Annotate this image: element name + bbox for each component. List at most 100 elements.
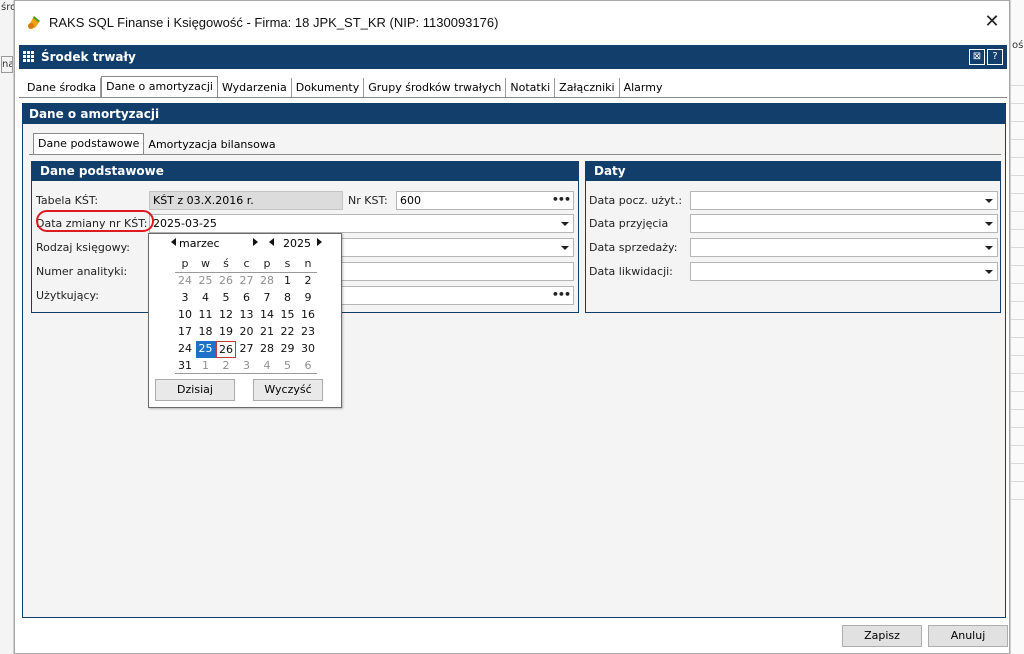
- calendar-day[interactable]: 20: [237, 324, 257, 341]
- kst-lookup-button[interactable]: •••: [552, 193, 571, 206]
- sub-tabs: Dane podstawowe Amortyzacja bilansowa: [33, 133, 280, 155]
- chevron-down-icon[interactable]: [561, 246, 569, 250]
- sale-date-label: Data sprzedaży:: [589, 241, 678, 254]
- form-title: Środek trwały: [41, 50, 136, 64]
- calendar-day[interactable]: 3: [175, 290, 195, 307]
- calendar-day[interactable]: 4: [196, 290, 216, 307]
- chevron-down-icon[interactable]: [985, 246, 993, 250]
- calendar-day[interactable]: 5: [216, 290, 236, 307]
- tab-asset-groups[interactable]: Grupy środków trwałych: [364, 78, 507, 98]
- calendar-grid: p w ś c p s n 24 25 26 27 28 1 2 3 4 5 6 7 8 9 10 11 12 13 14 15 16…: [175, 256, 319, 375]
- chevron-down-icon[interactable]: [985, 270, 993, 274]
- kst-change-date-label: Data zmiany nr KŚT:: [36, 217, 148, 230]
- calendar-day[interactable]: 24: [175, 273, 195, 290]
- grid-icon: [23, 51, 35, 63]
- calendar-day[interactable]: 16: [298, 307, 318, 324]
- next-year-icon[interactable]: [317, 238, 322, 246]
- tab-attachments[interactable]: Załączniki: [555, 78, 620, 98]
- calendar-day[interactable]: 27: [237, 341, 257, 358]
- close-window-button[interactable]: ✕: [977, 9, 1007, 35]
- calendar-day[interactable]: 1: [278, 273, 298, 290]
- calendar-day[interactable]: 27: [237, 273, 257, 290]
- prev-year-icon[interactable]: [269, 238, 274, 246]
- save-button[interactable]: Zapisz: [842, 625, 922, 647]
- help-button[interactable]: ?: [987, 49, 1003, 65]
- tab-documents[interactable]: Dokumenty: [292, 78, 365, 98]
- calendar-day[interactable]: 15: [278, 307, 298, 324]
- calendar-day[interactable]: 6: [237, 290, 257, 307]
- clear-date-button[interactable]: Wyczyść: [253, 379, 323, 401]
- calendar-day[interactable]: 10: [175, 307, 195, 324]
- calendar-day[interactable]: 14: [257, 307, 277, 324]
- user-lookup-button[interactable]: •••: [552, 288, 571, 301]
- calendar-day[interactable]: 19: [216, 324, 236, 341]
- tabs-divider: [19, 97, 1007, 98]
- basic-data-title: Dane podstawowe: [32, 162, 578, 181]
- subtabs-divider: [29, 154, 1001, 155]
- start-use-date-field[interactable]: [690, 191, 998, 210]
- prev-month-icon[interactable]: [171, 238, 176, 246]
- calendar-day[interactable]: 11: [196, 307, 216, 324]
- dates-title: Daty: [586, 162, 1000, 181]
- calendar-day[interactable]: 22: [278, 324, 298, 341]
- today-button[interactable]: Dzisiaj: [155, 379, 235, 401]
- background-left-pane: śro nal: [0, 0, 16, 654]
- chevron-down-icon[interactable]: [985, 222, 993, 226]
- toggle-view-button[interactable]: ⊠: [969, 49, 985, 65]
- sale-date-field[interactable]: [690, 238, 998, 257]
- cancel-button[interactable]: Anuluj: [928, 625, 1008, 647]
- calendar-day-today[interactable]: 26: [216, 341, 236, 358]
- calendar-week-row: 24 25 26 27 28 29 30: [175, 341, 319, 358]
- kst-change-date-field[interactable]: 2025-03-25: [149, 214, 574, 233]
- calendar-week-row: 17 18 19 20 21 22 23: [175, 324, 319, 341]
- tab-events[interactable]: Wydarzenia: [218, 78, 292, 98]
- calendar-day[interactable]: 30: [298, 341, 318, 358]
- next-month-icon[interactable]: [253, 238, 258, 246]
- accounting-type-label: Rodzaj księgowy:: [36, 241, 130, 254]
- calendar-day[interactable]: 17: [175, 324, 195, 341]
- weekday-label: s: [284, 257, 291, 270]
- calendar-day[interactable]: 21: [257, 324, 277, 341]
- calendar-month[interactable]: marzec: [179, 237, 220, 250]
- tab-alarms[interactable]: Alarmy: [620, 78, 667, 98]
- subtab-balance-depreciation[interactable]: Amortyzacja bilansowa: [144, 135, 279, 155]
- calendar-day[interactable]: 2: [298, 273, 318, 290]
- background-left-field: nal: [1, 56, 13, 73]
- calendar-day[interactable]: 28: [257, 341, 277, 358]
- date-picker-popup: marzec 2025 p w ś c p s n 24 25 26 27 28 1 2 3 4 5 6 7 8 9 10…: [148, 233, 342, 408]
- calendar-year[interactable]: 2025: [283, 237, 311, 250]
- subtab-basic-data[interactable]: Dane podstawowe: [33, 133, 145, 155]
- user-label: Użytkujący:: [36, 289, 99, 302]
- chevron-down-icon[interactable]: [985, 199, 993, 203]
- chevron-down-icon[interactable]: [561, 222, 569, 226]
- calendar-week-row: 24 25 26 27 28 1 2: [175, 273, 319, 290]
- calendar-week-row: 3456789: [175, 290, 319, 307]
- weekday-label: ś: [223, 257, 229, 270]
- calendar-day[interactable]: 12: [216, 307, 236, 324]
- kst-number-field[interactable]: 600 •••: [396, 191, 574, 210]
- liquidation-date-field[interactable]: [690, 262, 998, 281]
- calendar-day[interactable]: 24: [175, 341, 195, 358]
- tab-notes[interactable]: Notatki: [506, 78, 556, 98]
- calendar-day[interactable]: 29: [278, 341, 298, 358]
- calendar-day[interactable]: 7: [257, 290, 277, 307]
- tab-asset-data[interactable]: Dane środka: [23, 78, 102, 98]
- weekday-label: p: [181, 257, 189, 270]
- calendar-day[interactable]: 13: [237, 307, 257, 324]
- kst-table-field: KŚT z 03.X.2016 r.: [149, 191, 343, 210]
- calendar-day[interactable]: 28: [257, 273, 277, 290]
- calendar-day[interactable]: 25: [196, 273, 216, 290]
- background-right-pane: ośc: [1010, 0, 1024, 654]
- weekday-label: c: [243, 257, 250, 270]
- calendar-day-selected[interactable]: 25: [195, 341, 216, 358]
- calendar-footer-divider: [175, 373, 317, 374]
- tab-depreciation-data[interactable]: Dane o amortyzacji: [101, 76, 218, 98]
- calendar-day[interactable]: 26: [216, 273, 236, 290]
- calendar-day[interactable]: 8: [278, 290, 298, 307]
- calendar-day[interactable]: 9: [298, 290, 318, 307]
- calendar-day[interactable]: 18: [196, 324, 216, 341]
- close-icon: ✕: [984, 11, 1000, 32]
- raks-app-icon: [28, 16, 40, 29]
- acceptance-date-field[interactable]: [690, 214, 998, 233]
- calendar-day[interactable]: 23: [298, 324, 318, 341]
